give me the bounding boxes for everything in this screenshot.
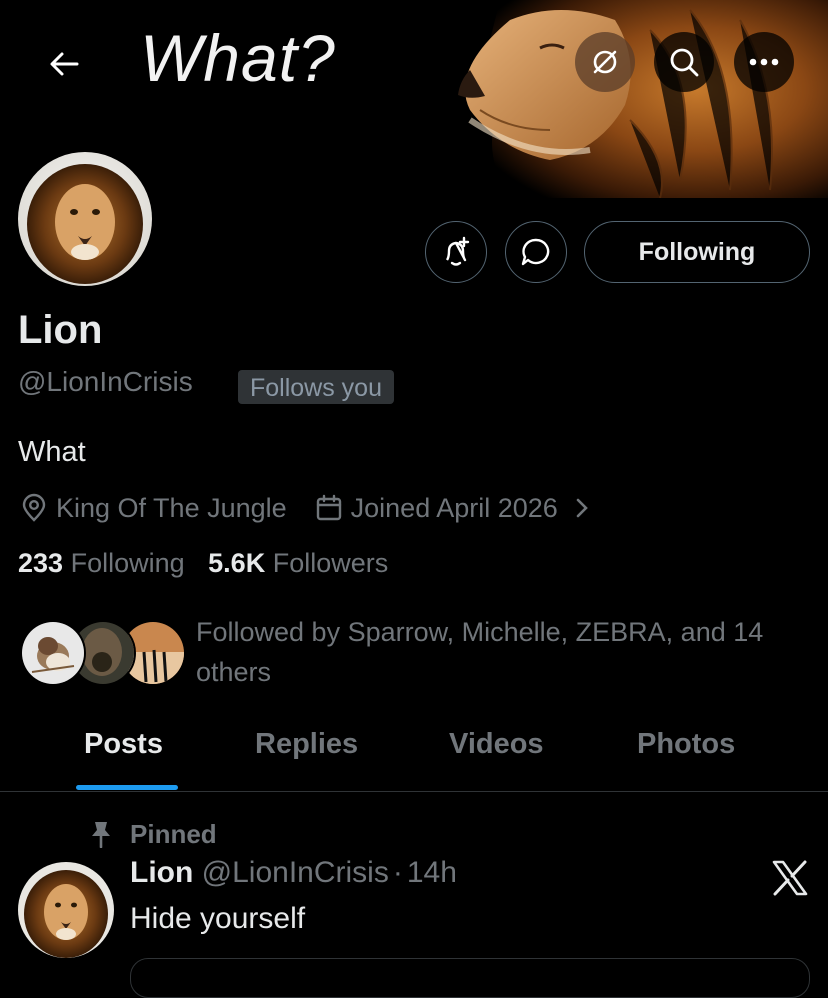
profile-banner-image[interactable] <box>440 0 828 198</box>
profile-tabs: Posts Replies Videos Photos <box>0 722 828 792</box>
followers-count-link[interactable]: 5.6K Followers <box>208 548 388 578</box>
profile-bio: What <box>18 436 86 468</box>
back-button[interactable] <box>40 40 88 88</box>
post-author-name[interactable]: Lion <box>130 856 193 889</box>
profile-handle: @LionInCrisis <box>18 366 193 397</box>
tab-posts[interactable]: Posts <box>84 722 163 792</box>
profile-avatar[interactable] <box>14 148 156 290</box>
location-pin-icon <box>18 492 50 524</box>
tabs-divider <box>0 791 828 792</box>
following-button[interactable]: Following <box>584 221 810 283</box>
auto-rotate-off-icon <box>593 50 617 74</box>
more-icon <box>749 58 779 66</box>
post-text: Hide yourself <box>130 902 306 935</box>
avatar <box>20 620 86 686</box>
profile-meta: King Of The Jungle Joined April 2026 <box>18 488 604 528</box>
profile-name: Lion <box>18 308 103 352</box>
mutual-followers-avatars[interactable] <box>20 620 186 688</box>
profile-location: King Of The Jungle <box>56 492 287 523</box>
search-icon <box>670 48 699 77</box>
tab-replies[interactable]: Replies <box>255 722 358 792</box>
follow-stats: 233 Following 5.6K Followers <box>18 548 388 579</box>
pinned-label: Pinned <box>130 818 217 849</box>
chevron-right-icon[interactable] <box>566 492 598 524</box>
post-author-handle[interactable]: @LionInCrisis <box>202 856 389 889</box>
profile-joined-date[interactable]: Joined April 2026 <box>351 493 558 524</box>
post-media-card[interactable] <box>130 958 810 998</box>
banner-title-text: What? <box>140 21 336 95</box>
following-count-link[interactable]: 233 Following <box>18 548 185 578</box>
back-arrow-icon <box>50 52 79 76</box>
message-button[interactable] <box>505 221 567 283</box>
more-options-button[interactable] <box>734 32 794 92</box>
notifications-button[interactable] <box>425 221 487 283</box>
tab-videos[interactable]: Videos <box>449 722 544 792</box>
search-button[interactable] <box>654 32 714 92</box>
post-author-avatar[interactable] <box>18 862 114 958</box>
post-time[interactable]: 14h <box>407 856 457 889</box>
follows-you-badge: Follows you <box>238 370 394 404</box>
pin-icon <box>86 820 116 848</box>
post-header: Lion @LionInCrisis · 14h <box>130 856 457 890</box>
message-bubble-icon <box>521 238 550 266</box>
post-separator: · <box>392 856 403 889</box>
calendar-icon <box>313 492 345 524</box>
auto-rotate-button[interactable] <box>575 32 635 92</box>
x-logo-icon <box>770 858 810 898</box>
bell-plus-icon <box>445 236 470 266</box>
followed-by-text[interactable]: Followed by Sparrow, Michelle, ZEBRA, an… <box>196 612 806 692</box>
pinned-label-row: Pinned <box>86 816 217 852</box>
active-tab-indicator <box>76 785 178 790</box>
tab-photos[interactable]: Photos <box>637 722 735 792</box>
